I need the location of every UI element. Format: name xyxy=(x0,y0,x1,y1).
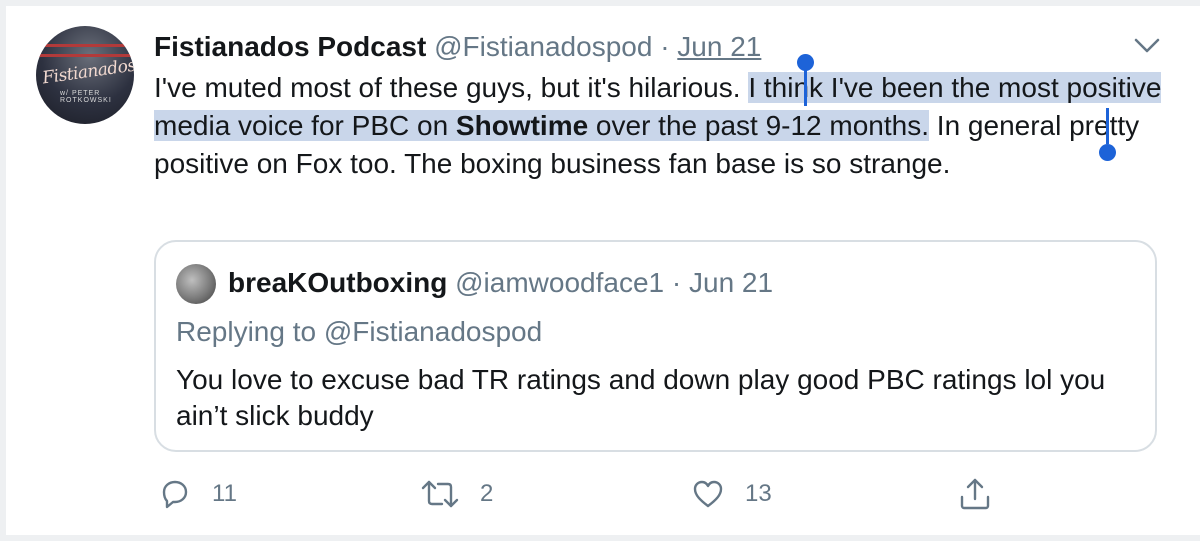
action-bar: 11 2 13 xyxy=(0,474,1200,514)
quoted-tweet-text: You love to excuse bad TR ratings and do… xyxy=(176,364,1106,431)
reply-icon xyxy=(162,480,188,509)
selection-start-handle[interactable] xyxy=(797,54,814,71)
quoted-header-separator: · xyxy=(671,267,682,298)
author-name[interactable]: Fistianados Podcast xyxy=(154,31,426,62)
tweet-date[interactable]: Jun 21 xyxy=(677,31,761,62)
replying-to: Replying to @Fistianadospod xyxy=(176,316,543,347)
reply-button[interactable]: 11 xyxy=(158,474,237,514)
quoted-author-name: breaKOutboxing xyxy=(228,267,448,298)
share-icon xyxy=(960,478,990,510)
quoted-tweet-header: breaKOutboxing @iamwoodface1 · Jun 21 xyxy=(228,264,773,302)
avatar-rope xyxy=(36,44,134,47)
reply-count: 11 xyxy=(212,480,237,507)
like-count: 13 xyxy=(745,480,772,507)
heart-icon xyxy=(693,480,723,508)
avatar-logo: Fistianados xyxy=(41,55,134,89)
selected-text-bold: Showtime xyxy=(455,110,589,141)
tweet-header: Fistianados Podcast @Fistianadospod · Ju… xyxy=(154,28,761,66)
selection-start-bar[interactable] xyxy=(804,70,807,106)
quoted-author-handle: @iamwoodface1 xyxy=(455,267,665,298)
quoted-tweet-card[interactable]: breaKOutboxing @iamwoodface1 · Jun 21 Re… xyxy=(154,240,1157,452)
bottom-divider xyxy=(0,535,1200,541)
avatar-logo-sub: w/ PETER ROTKOWSKI xyxy=(60,90,112,104)
retweet-button[interactable]: 2 xyxy=(420,474,493,514)
quoted-tweet-date: Jun 21 xyxy=(689,267,774,298)
tweet-text: I've muted most of these guys, but it's … xyxy=(154,69,1164,183)
like-button[interactable]: 13 xyxy=(691,474,772,514)
selected-text-part2: over the past 9-12 months. xyxy=(588,110,930,141)
selection-end-bar[interactable] xyxy=(1106,108,1109,144)
author-handle[interactable]: @Fistianadospod xyxy=(434,31,652,62)
header-separator: · xyxy=(660,31,670,62)
retweet-count: 2 xyxy=(480,480,494,507)
author-avatar[interactable]: Fistianados w/ PETER ROTKOWSKI xyxy=(36,26,134,124)
quoted-author-avatar xyxy=(176,264,216,304)
share-button[interactable] xyxy=(958,474,992,514)
left-divider xyxy=(0,0,6,541)
retweet-icon xyxy=(421,480,459,508)
top-divider xyxy=(0,0,1200,6)
chevron-down-icon[interactable] xyxy=(1133,36,1161,56)
selection-end-handle[interactable] xyxy=(1099,144,1116,161)
tweet-text-part1: I've muted most of these guys, but it's … xyxy=(154,72,741,103)
